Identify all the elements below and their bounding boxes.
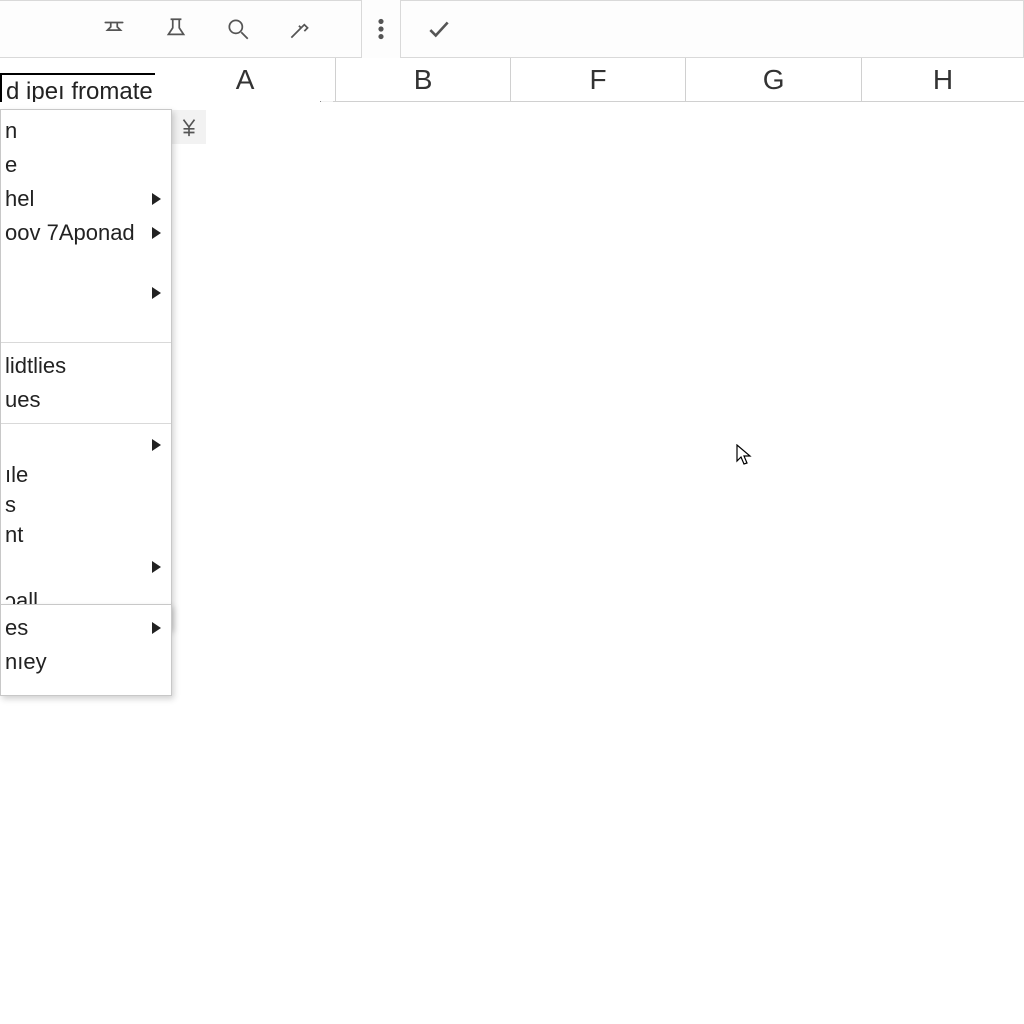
menu-item-label: e — [5, 152, 17, 178]
menu-item-label: es — [5, 615, 28, 641]
menu-separator — [1, 423, 171, 424]
menu-separator — [1, 342, 171, 343]
submenu-arrow-icon — [152, 622, 161, 634]
submenu-arrow-icon — [152, 193, 161, 205]
col-header-a[interactable]: A — [155, 58, 336, 101]
filter-icon[interactable] — [100, 15, 128, 43]
menu-item[interactable]: s — [1, 490, 171, 520]
submenu-arrow-icon — [152, 561, 161, 573]
col-header-g[interactable]: G — [686, 58, 862, 101]
toolbar — [0, 0, 1024, 58]
toolbar-overflow[interactable] — [362, 0, 400, 58]
more-vertical-icon — [367, 15, 395, 43]
search-icon[interactable] — [224, 15, 252, 43]
menu-item[interactable]: oov 7Aponad — [1, 216, 171, 250]
menu-item[interactable] — [1, 430, 171, 460]
yen-icon[interactable] — [172, 110, 206, 144]
menu-item[interactable] — [1, 550, 171, 584]
check-icon[interactable] — [425, 15, 453, 43]
menu-item[interactable]: n — [1, 114, 171, 148]
menu-item[interactable]: lidtlies — [1, 349, 171, 383]
menu-item[interactable]: ıle — [1, 460, 171, 490]
context-menu: n e hel oov 7Aponad lidtlies ues ıle s n… — [0, 109, 172, 629]
submenu-arrow-icon — [152, 287, 161, 299]
menu-item[interactable]: nıey — [1, 645, 171, 679]
highlight-icon[interactable] — [162, 15, 190, 43]
toolbar-group-left — [0, 0, 362, 58]
menu-item-label: s — [5, 492, 16, 518]
menu-item-label: ues — [5, 387, 40, 413]
formula-bar[interactable] — [400, 0, 1024, 58]
menu-item-label: nt — [5, 522, 23, 548]
menu-item-label: hel — [5, 186, 34, 212]
menu-item-label: ıle — [5, 462, 28, 488]
menu-item-label: nıey — [5, 649, 47, 675]
submenu-arrow-icon — [152, 227, 161, 239]
menu-item[interactable]: e — [1, 148, 171, 182]
menu-item[interactable]: hel — [1, 182, 171, 216]
col-header-h[interactable]: H — [862, 58, 1024, 101]
menu-item-label: lidtlies — [5, 353, 66, 379]
menu-item[interactable] — [1, 276, 171, 310]
col-header-b[interactable]: B — [336, 58, 511, 101]
context-menu-secondary: es nıey — [0, 604, 172, 696]
menu-item-label: n — [5, 118, 17, 144]
col-header-f[interactable]: F — [511, 58, 687, 101]
submenu-arrow-icon — [152, 439, 161, 451]
menu-item[interactable]: es — [1, 611, 171, 645]
column-header-row: A B F G H — [0, 58, 1024, 102]
menu-item[interactable]: nt — [1, 520, 171, 550]
menu-item-label: oov 7Aponad — [5, 220, 135, 246]
menu-item[interactable]: ues — [1, 383, 171, 417]
eyedropper-icon[interactable] — [286, 15, 314, 43]
